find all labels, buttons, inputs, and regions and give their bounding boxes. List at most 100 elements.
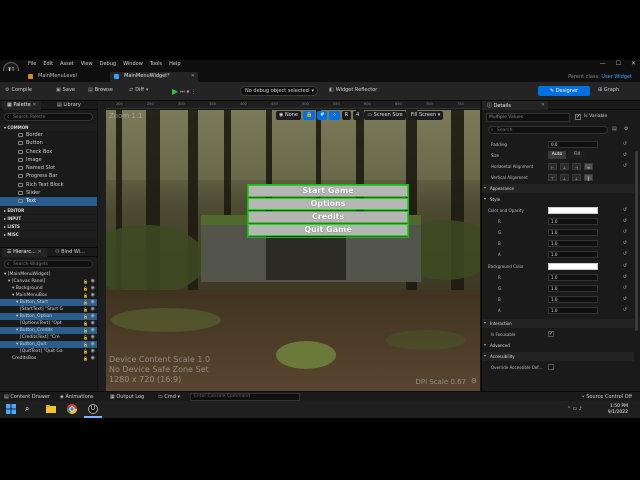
channel-input[interactable]: 1.0 [548,251,598,258]
channel-input[interactable]: 1.0 [548,285,598,292]
visibility-eye-icon[interactable]: ◉ [91,341,95,348]
tree-row[interactable]: ▾ MainMenuBox 🔓 ◉ [0,292,97,299]
debug-object-select[interactable]: No debug object selected ▾ [240,86,318,96]
designer-viewport[interactable]: Zoom 1:1 Start Game Options Credits Quit… [106,110,480,393]
browse-button[interactable]: ▤ Browse [88,87,113,93]
tree-row[interactable]: CreditsBox 🔓 ◉ [0,355,97,362]
tab-bind-widgets[interactable]: ⚇ Bind Wi... [50,248,90,257]
tree-row[interactable]: ▾ Background 🔓 ◉ [0,285,97,292]
reset-arrow-icon[interactable]: ↺ [623,163,627,169]
visibility-eye-icon[interactable]: ◉ [91,292,95,299]
visibility-eye-icon[interactable]: ◉ [91,285,95,292]
fill-screen-dropdown[interactable]: Fill Screen ▾ [407,110,444,120]
source-control-button[interactable]: ⑂ Source Control Off [582,394,632,400]
section-style[interactable]: Style [482,195,634,204]
tab-main-menu-level[interactable]: MainMenuLevel [24,72,83,82]
unreal-engine-taskbar-icon[interactable]: U [88,404,98,414]
color-swatch[interactable] [548,207,598,214]
save-button[interactable]: ▣ Save [56,87,75,93]
channel-input[interactable]: 1.0 [548,296,598,303]
category-lists[interactable]: ▸ LISTS [0,222,97,230]
options-button[interactable]: Options [248,198,408,210]
category-common[interactable]: ▾ COMMON [0,124,97,131]
padding-input[interactable]: 0.0 [548,141,598,148]
snap-count[interactable]: 4 [353,110,363,120]
align-bottom-icon[interactable]: ⊥ [572,174,581,181]
lock-icon[interactable]: 🔓 [83,334,88,341]
chrome-icon[interactable] [67,404,77,414]
lock-icon[interactable]: 🔓 [83,320,88,327]
channel-input[interactable]: 1.0 [548,218,598,225]
menu-asset[interactable]: Asset [60,61,74,67]
menu-window[interactable]: Window [123,61,143,67]
palette-item-text[interactable]: Text [0,197,97,206]
respect-locks-toggle[interactable]: ⁘ [329,110,340,120]
compile-button[interactable]: ⚙ Compile [5,87,32,93]
reset-arrow-icon[interactable]: ↺ [623,263,627,269]
search-icon[interactable]: ⌕ [25,404,35,414]
section-advanced[interactable]: Advanced [482,341,634,350]
palette-search-input[interactable]: ⌕ Search Palette [4,113,93,121]
palette-item-border[interactable]: Border [0,131,97,139]
tree-row[interactable]: [QuitText] "Quit Ga 🔓 ◉ [0,348,97,355]
widget-reflector-button[interactable]: ◧ Widget Reflector [329,87,377,93]
reset-arrow-icon[interactable]: ↺ [623,240,627,246]
lock-icon[interactable]: 🔓 [83,285,88,292]
section-accessibility[interactable]: Accessibility [482,352,634,361]
content-drawer-button[interactable]: ▤ Content Drawer [4,394,50,400]
widget-name-input[interactable]: Multiple Values [486,113,570,122]
palette-item-button[interactable]: Button [0,139,97,147]
reset-arrow-icon[interactable]: ↺ [623,218,627,224]
visibility-eye-icon[interactable]: ◉ [91,334,95,341]
channel-input[interactable]: 1.0 [548,240,598,247]
palette-item-check-box[interactable]: Check Box [0,148,97,156]
channel-input[interactable]: 1.0 [548,307,598,314]
channel-input[interactable]: 1.0 [548,229,598,236]
palette-item-image[interactable]: Image [0,156,97,164]
align-right-icon[interactable]: ⊣ [572,163,581,170]
lock-icon[interactable]: 🔓 [83,292,88,299]
console-command-input[interactable]: Enter Console Command [190,393,300,401]
lock-icon[interactable]: 🔓 [83,348,88,355]
more-icon[interactable]: ⋮ [191,89,196,95]
tab-palette[interactable]: ▦ Palette ✕ [2,101,42,110]
lock-icon[interactable]: 🔓 [83,313,88,320]
tree-row[interactable]: [OptionsText] "Opt 🔓 ◉ [0,320,97,327]
details-scrollbar[interactable] [635,151,638,331]
align-fill-vertical-icon[interactable]: ‖ [584,174,593,181]
override-accessible-checkbox[interactable] [548,364,554,370]
tree-row[interactable]: ▾ [MainMenuWidget] [0,271,97,278]
tree-row[interactable]: ▾ Button_Option 🔓 ◉ [0,313,97,320]
output-log-button[interactable]: ▦ Output Log [110,394,144,400]
credits-button[interactable]: Credits [248,211,408,223]
rotation-snap[interactable]: R [341,110,352,120]
channel-input[interactable]: 1.0 [548,274,598,281]
reset-arrow-icon[interactable]: ↺ [623,152,627,158]
size-auto-button[interactable]: Auto [548,151,566,159]
tree-row[interactable]: [CreditsText] "Cre 🔓 ◉ [0,334,97,341]
menu-help[interactable]: Help [169,61,180,67]
tab-hierarchy[interactable]: ☰ Hierarc... ✕ [2,248,47,257]
menu-view[interactable]: View [81,61,93,67]
palette-item-rich-text-block[interactable]: Rich Text Block [0,181,97,189]
tree-row[interactable]: ▾ Button_Start 🔓 ◉ [0,299,97,306]
reset-arrow-icon[interactable]: ↺ [623,251,627,257]
category-editor[interactable]: ▸ EDITOR [0,206,97,214]
align-fill-icon[interactable]: ≡ [584,163,593,170]
tree-row[interactable]: ▾ Button_Quit 🔓 ◉ [0,341,97,348]
start-game-button[interactable]: Start Game [248,185,408,197]
property-matrix-icon[interactable]: ▤ [612,126,617,132]
tab-library[interactable]: ▤ Library [52,101,86,110]
lock-icon[interactable]: 🔓 [83,299,88,306]
visibility-eye-icon[interactable]: ◉ [91,327,95,334]
category-misc[interactable]: ▸ MISC [0,230,97,238]
settings-gear-icon[interactable]: ⚙ [471,377,477,386]
tree-row[interactable]: [StartText] "Start G 🔓 ◉ [0,306,97,313]
details-search-input[interactable]: ⌕ Search [488,126,608,134]
palette-item-named-slot[interactable]: Named Slot [0,164,97,172]
reset-arrow-icon[interactable]: ↺ [623,274,627,280]
system-tray-icons[interactable]: ⌃ ▭ ♪ [567,406,582,412]
menu-tools[interactable]: Tools [150,61,162,67]
is-focusable-checkbox[interactable]: ✓ [548,331,554,337]
lock-icon[interactable]: 🔓 [83,306,88,313]
